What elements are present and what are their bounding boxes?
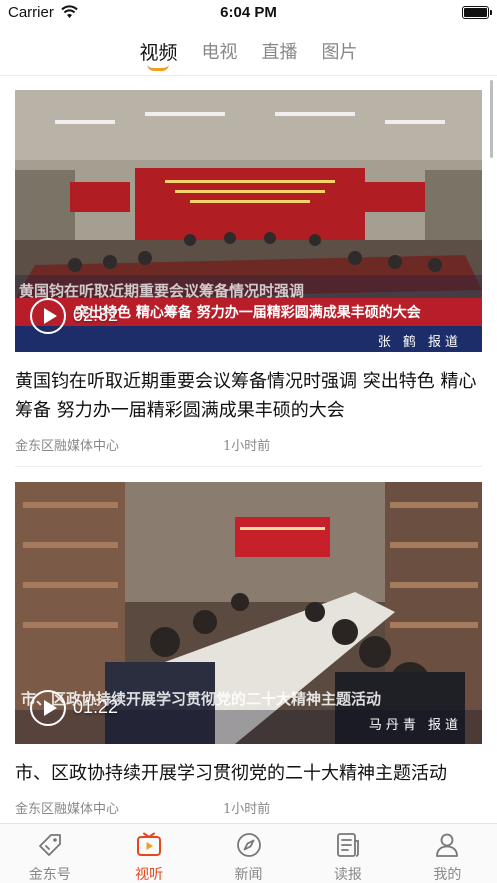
video-feed[interactable]: 黄国钧在听取近期重要会议筹备情况时强调 突出特色 精心筹备 努力办一届精彩圆满成… (0, 76, 497, 823)
video-card[interactable]: 黄国钧在听取近期重要会议筹备情况时强调 突出特色 精心筹备 努力办一届精彩圆满成… (0, 90, 497, 470)
video-card[interactable]: 市、区政协持续开展学习贯彻党的二十大精神主题活动 马丹青 报道 01:22 市、… (0, 482, 497, 823)
video-title[interactable]: 市、区政协持续开展学习贯彻党的二十大精神主题活动 (15, 759, 482, 788)
status-time: 6:04 PM (220, 4, 277, 21)
tab-live-label: 直播 (261, 42, 298, 63)
video-source: 金东区融媒体中心 (15, 439, 120, 454)
video-time: 1小时前 (223, 439, 271, 454)
status-bar: Carrier 6:04 PM (0, 0, 497, 26)
reporter-credit: 马丹青 报道 (368, 718, 462, 733)
battery-icon (462, 6, 492, 19)
nav-news[interactable]: 新闻 (199, 824, 298, 883)
card-divider (15, 466, 482, 467)
scrollbar[interactable] (490, 80, 493, 158)
play-icon[interactable] (30, 690, 66, 726)
tv-play-icon (137, 832, 162, 856)
nav-audiovisual[interactable]: 视听 (99, 824, 198, 883)
nav-jindong-account[interactable]: 金东号 (0, 824, 99, 883)
video-time: 1小时前 (223, 802, 271, 817)
nav-mine[interactable]: 我的 (398, 824, 497, 883)
tab-video[interactable]: 视频 (139, 30, 178, 74)
bottom-navigation: 金东号 视听 新闻 读报 我的 (0, 823, 497, 883)
tab-tv[interactable]: 电视 (202, 30, 238, 74)
compass-icon (236, 833, 261, 857)
nav-label: 我的 (433, 867, 462, 883)
tab-tv-label: 电视 (201, 42, 238, 63)
video-thumbnail[interactable]: 市、区政协持续开展学习贯彻党的二十大精神主题活动 马丹青 报道 01:22 (15, 482, 482, 744)
video-thumbnail[interactable]: 黄国钧在听取近期重要会议筹备情况时强调 突出特色 精心筹备 努力办一届精彩圆满成… (15, 90, 482, 352)
nav-label: 金东号 (28, 867, 71, 883)
person-icon (436, 833, 459, 857)
nav-label: 视听 (135, 867, 164, 883)
tab-live[interactable]: 直播 (262, 30, 298, 74)
play-icon[interactable] (30, 298, 66, 334)
video-duration: 02:32 (73, 305, 119, 325)
nav-read-paper[interactable]: 读报 (298, 824, 397, 883)
tab-pictures[interactable]: 图片 (322, 30, 358, 74)
newspaper-icon (337, 833, 359, 857)
tag-icon (38, 834, 61, 856)
top-tab-bar: 视频 电视 直播 图片 (0, 30, 497, 74)
video-duration: 01:22 (73, 697, 119, 717)
tab-video-label: 视频 (139, 42, 178, 64)
video-title[interactable]: 黄国钧在听取近期重要会议筹备情况时强调 突出特色 精心筹备 努力办一届精彩圆满成… (15, 367, 482, 425)
reporter-credit: 张 鹤 报道 (377, 335, 462, 350)
nav-label: 新闻 (234, 867, 263, 883)
active-tab-indicator (147, 64, 170, 71)
nav-label: 读报 (333, 867, 362, 883)
tab-pictures-label: 图片 (321, 42, 358, 63)
video-source: 金东区融媒体中心 (15, 802, 120, 817)
